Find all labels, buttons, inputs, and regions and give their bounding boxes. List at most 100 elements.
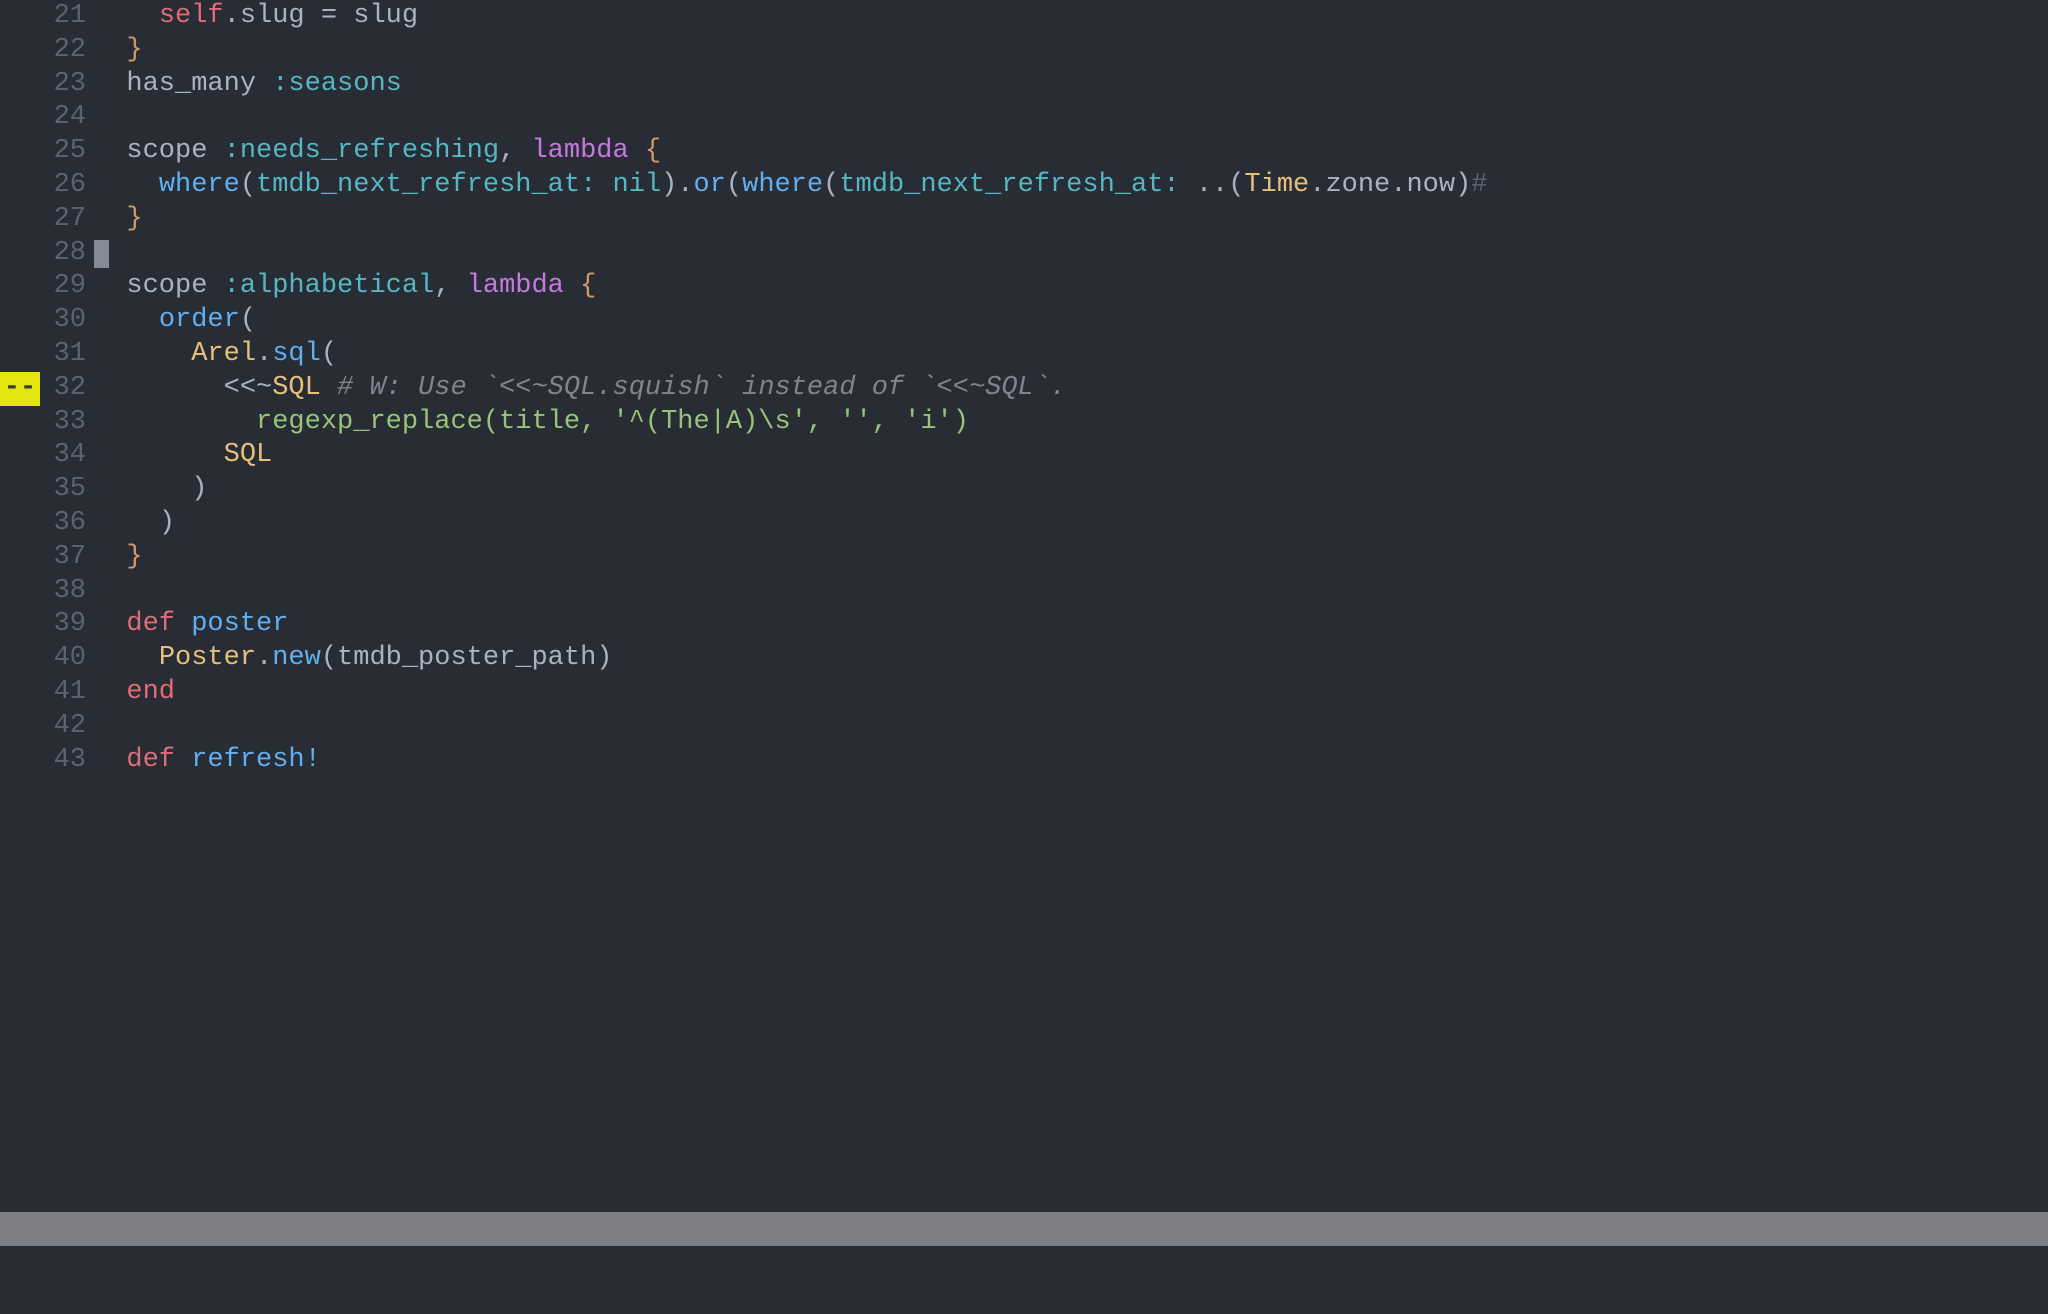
token-cmt: # W: Use `<<~SQL.squish` instead of `<<~… bbox=[337, 373, 1066, 403]
token-punc: .. bbox=[1196, 170, 1228, 200]
code-line[interactable]: regexp_replace(title, '^(The|A)\s', '', … bbox=[94, 406, 2048, 440]
line-number: 37 bbox=[40, 541, 86, 575]
code-line[interactable] bbox=[94, 237, 2048, 271]
token-plain bbox=[94, 170, 159, 200]
line-number: 22 bbox=[40, 34, 86, 68]
token-punc: . bbox=[1309, 170, 1325, 200]
token-punc: . bbox=[1390, 170, 1406, 200]
sign-cell bbox=[0, 575, 40, 609]
line-number: 24 bbox=[40, 101, 86, 135]
code-line[interactable]: ) bbox=[94, 507, 2048, 541]
line-number: 39 bbox=[40, 608, 86, 642]
sign-cell bbox=[0, 608, 40, 642]
token-sym: nil bbox=[613, 170, 662, 200]
line-number: 38 bbox=[40, 575, 86, 609]
token-fn: new bbox=[272, 643, 321, 673]
code-line[interactable]: where(tmdb_next_refresh_at: nil).or(wher… bbox=[94, 169, 2048, 203]
token-punc: , bbox=[499, 136, 531, 166]
token-plain bbox=[629, 136, 645, 166]
code-line[interactable]: self.slug = slug bbox=[94, 0, 2048, 34]
code-line[interactable]: def poster bbox=[94, 608, 2048, 642]
token-kw2: lambda bbox=[531, 136, 628, 166]
token-punc: ) bbox=[1455, 170, 1471, 200]
code-line[interactable]: } bbox=[94, 34, 2048, 68]
code-content[interactable]: self.slug = slug } has_many :seasons sco… bbox=[94, 0, 2048, 1212]
code-line[interactable]: } bbox=[94, 203, 2048, 237]
token-const: Time bbox=[1244, 170, 1309, 200]
code-area[interactable]: -- 2122232425262728293031323334353637383… bbox=[0, 0, 2048, 1212]
token-plain bbox=[94, 542, 126, 572]
command-line[interactable] bbox=[0, 1246, 2048, 1280]
token-plain bbox=[94, 474, 191, 504]
line-number: 23 bbox=[40, 68, 86, 102]
sign-cell bbox=[0, 203, 40, 237]
token-str: regexp_replace(title, '^(The|A)\s', '', … bbox=[94, 407, 969, 437]
sign-column: -- bbox=[0, 0, 40, 1212]
sign-cell bbox=[0, 676, 40, 710]
token-plain bbox=[94, 643, 159, 673]
code-line[interactable]: end bbox=[94, 676, 2048, 710]
status-line: ~/src/gh/maxjacobson/seasoning/app/model… bbox=[0, 1212, 2048, 1246]
line-number: 33 bbox=[40, 406, 86, 440]
code-line[interactable]: ) bbox=[94, 473, 2048, 507]
line-number: 28 bbox=[40, 237, 86, 271]
token-plain: slug bbox=[337, 1, 418, 31]
sign-cell bbox=[0, 710, 40, 744]
token-fn: order bbox=[159, 305, 240, 335]
code-line[interactable]: SQL bbox=[94, 439, 2048, 473]
token-plain bbox=[94, 373, 224, 403]
cursor bbox=[94, 240, 109, 268]
code-editor[interactable]: -- 2122232425262728293031323334353637383… bbox=[0, 0, 2048, 1280]
token-punc: ) bbox=[596, 643, 612, 673]
token-const: Poster bbox=[159, 643, 256, 673]
token-const: SQL bbox=[224, 440, 273, 470]
token-punc: ). bbox=[661, 170, 693, 200]
line-number: 29 bbox=[40, 270, 86, 304]
token-punc-y: { bbox=[580, 271, 596, 301]
token-plain bbox=[94, 440, 224, 470]
line-number: 27 bbox=[40, 203, 86, 237]
token-punc: <<~ bbox=[224, 373, 273, 403]
code-line[interactable]: scope :alphabetical, lambda { bbox=[94, 270, 2048, 304]
token-const: Arel bbox=[191, 339, 256, 369]
code-line[interactable] bbox=[94, 710, 2048, 744]
sign-cell bbox=[0, 270, 40, 304]
code-line[interactable]: has_many :seasons bbox=[94, 68, 2048, 102]
token-punc: ( bbox=[240, 305, 256, 335]
token-punc-y: { bbox=[645, 136, 661, 166]
code-line[interactable]: } bbox=[94, 541, 2048, 575]
token-sym: tmdb_next_refresh_at: bbox=[256, 170, 596, 200]
token-plain bbox=[94, 305, 159, 335]
token-plain: slug bbox=[240, 1, 321, 31]
token-plain: tmdb_poster_path bbox=[337, 643, 596, 673]
token-plain bbox=[94, 745, 126, 775]
token-plain: zone bbox=[1325, 170, 1390, 200]
code-line[interactable]: <<~SQL # W: Use `<<~SQL.squish` instead … bbox=[94, 372, 2048, 406]
token-const: SQL bbox=[272, 373, 321, 403]
sign-cell bbox=[0, 237, 40, 271]
code-line[interactable]: def refresh! bbox=[94, 744, 2048, 778]
code-line[interactable]: Arel.sql( bbox=[94, 338, 2048, 372]
token-fn: refresh! bbox=[191, 745, 321, 775]
sign-cell bbox=[0, 68, 40, 102]
token-punc: = bbox=[321, 1, 337, 31]
token-fn: where bbox=[742, 170, 823, 200]
code-line[interactable]: order( bbox=[94, 304, 2048, 338]
token-punc: ( bbox=[726, 170, 742, 200]
code-line[interactable] bbox=[94, 101, 2048, 135]
token-plain bbox=[94, 609, 126, 639]
code-line[interactable]: Poster.new(tmdb_poster_path) bbox=[94, 642, 2048, 676]
token-plain bbox=[596, 170, 612, 200]
token-punc: . bbox=[224, 1, 240, 31]
code-line[interactable] bbox=[94, 575, 2048, 609]
code-line[interactable]: scope :needs_refreshing, lambda { bbox=[94, 135, 2048, 169]
token-punc: ( bbox=[823, 170, 839, 200]
sign-cell bbox=[0, 304, 40, 338]
line-number: 43 bbox=[40, 744, 86, 778]
token-plain bbox=[564, 271, 580, 301]
line-number: 32 bbox=[40, 372, 86, 406]
token-punc: , bbox=[434, 271, 466, 301]
token-fn: poster bbox=[191, 609, 288, 639]
line-number: 40 bbox=[40, 642, 86, 676]
sign-cell bbox=[0, 541, 40, 575]
